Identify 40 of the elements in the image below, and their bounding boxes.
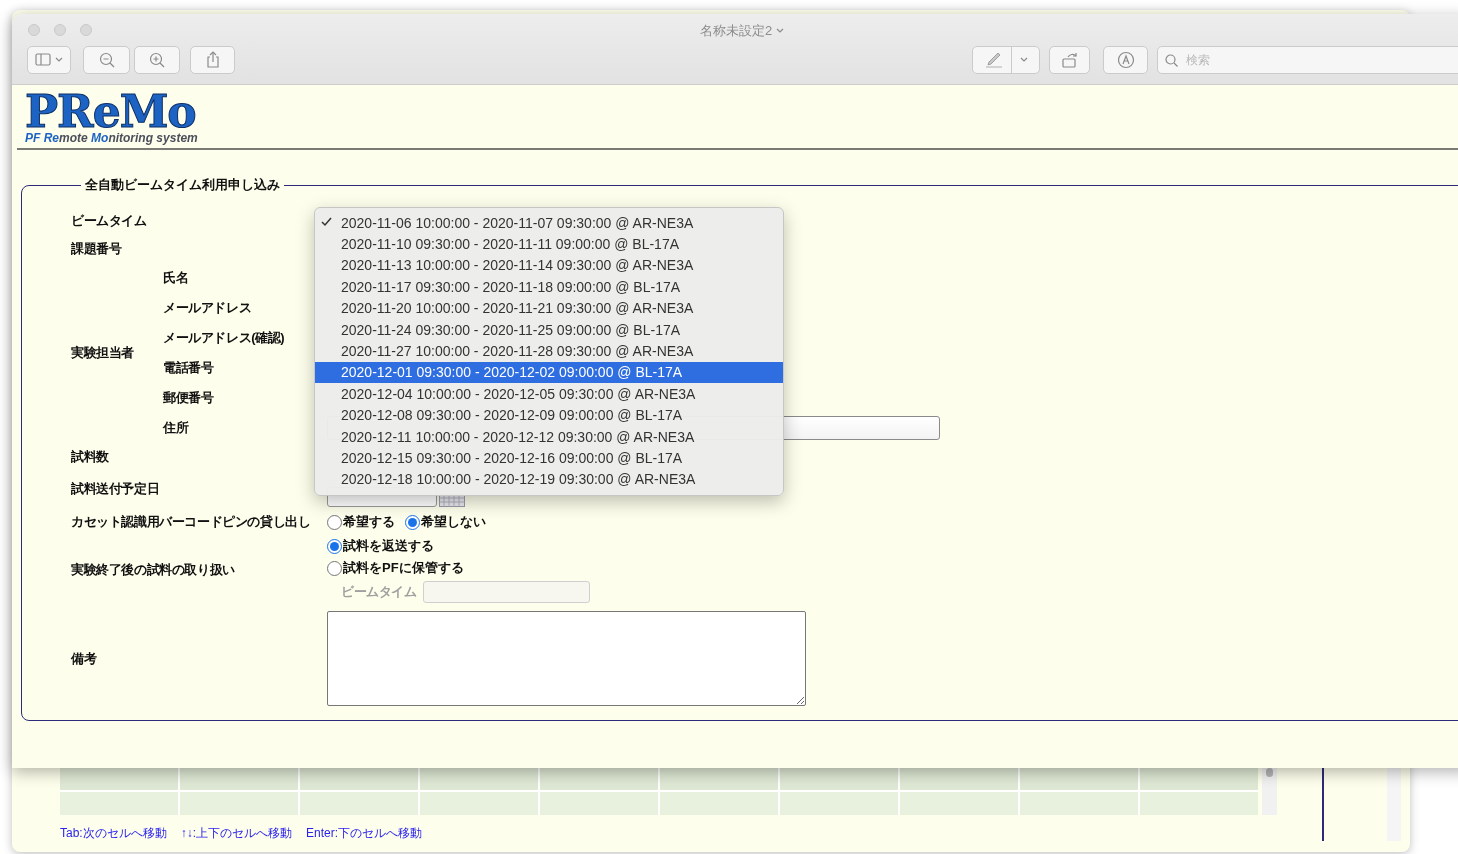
menu-item[interactable]: 2020-12-11 10:00:00 - 2020-12-12 09:30:00 @ AR-NE3A (315, 425, 783, 448)
field-label: 電話番号 (163, 359, 215, 377)
option-label: 希望する (343, 513, 395, 531)
field-label: メールアドレス(確認) (163, 329, 286, 347)
menu-item[interactable]: 2020-12-18 10:00:00 - 2020-12-19 09:30:00 @ AR-NE3A (315, 468, 783, 491)
hint-text: Enter:下のセルへ移動 (306, 825, 423, 842)
field-label: ビームタイム (341, 583, 417, 601)
field-label: 課題番号 (71, 240, 123, 258)
field-label: 氏名 (163, 269, 190, 287)
option-label: 試料を返送する (343, 537, 434, 555)
menu-item[interactable]: 2020-11-06 10:00:00 - 2020-11-07 09:30:00 @ AR-NE3A (315, 212, 783, 234)
field-label: 試料数 (71, 448, 110, 466)
field-label: 実験担当者 (71, 344, 135, 362)
logo-wordmark: PReMo (25, 93, 196, 131)
field-label: カセット認識用バーコードピンの貸し出し (71, 513, 312, 531)
menu-item[interactable]: 2020-12-01 09:30:00 - 2020-12-02 09:00:00 @ BL-17A (315, 361, 783, 384)
field-label: メールアドレス (163, 299, 253, 317)
search-field[interactable]: 検索 (1157, 45, 1458, 74)
menu-item[interactable]: 2020-12-15 09:30:00 - 2020-12-16 09:00:00 @ BL-17A (315, 447, 783, 469)
field-label: 試料送付予定日 (71, 480, 161, 498)
option-label: 希望しない (421, 513, 486, 531)
menu-item[interactable]: 2020-11-13 10:00:00 - 2020-11-14 09:30:00 @ AR-NE3A (315, 254, 783, 277)
field-label: 実験終了後の試料の取り扱い (71, 561, 236, 579)
option-label: 試料をPFに保管する (343, 559, 464, 577)
menu-item[interactable]: 2020-11-24 09:30:00 - 2020-11-25 09:00:00 @ BL-17A (315, 318, 783, 341)
window-title: 名称未設定2 (700, 22, 773, 40)
menu-item[interactable]: 2020-12-08 09:30:00 - 2020-12-09 09:00:00 @ BL-17A (315, 404, 783, 426)
hint-text: ↑↓:上下のセルへ移動 (180, 825, 293, 842)
logo-tagline: PF Remote Monitoring system (25, 131, 199, 145)
field-label: 備考 (71, 649, 98, 668)
menu-item[interactable]: 2020-11-20 10:00:00 - 2020-11-21 09:30:00 @ AR-NE3A (315, 297, 783, 319)
menu-item[interactable]: 2020-11-27 10:00:00 - 2020-11-28 09:30:00 @ AR-NE3A (315, 340, 783, 362)
field-label: ビームタイム (71, 212, 148, 230)
form-legend: 全自動ビームタイム利用申し込み (81, 176, 284, 194)
field-label: 郵便番号 (163, 389, 215, 407)
menu-item[interactable]: 2020-11-17 09:30:00 - 2020-11-18 09:00:00 @ BL-17A (315, 276, 783, 298)
hint-text: Tab:次のセルへ移動 (60, 825, 167, 842)
menu-item[interactable]: 2020-12-04 10:00:00 - 2020-12-05 09:30:00 @ AR-NE3A (315, 383, 783, 405)
menu-item[interactable]: 2020-11-10 09:30:00 - 2020-11-11 09:00:00 @ BL-17A (315, 233, 783, 255)
field-label: 住所 (163, 419, 190, 437)
